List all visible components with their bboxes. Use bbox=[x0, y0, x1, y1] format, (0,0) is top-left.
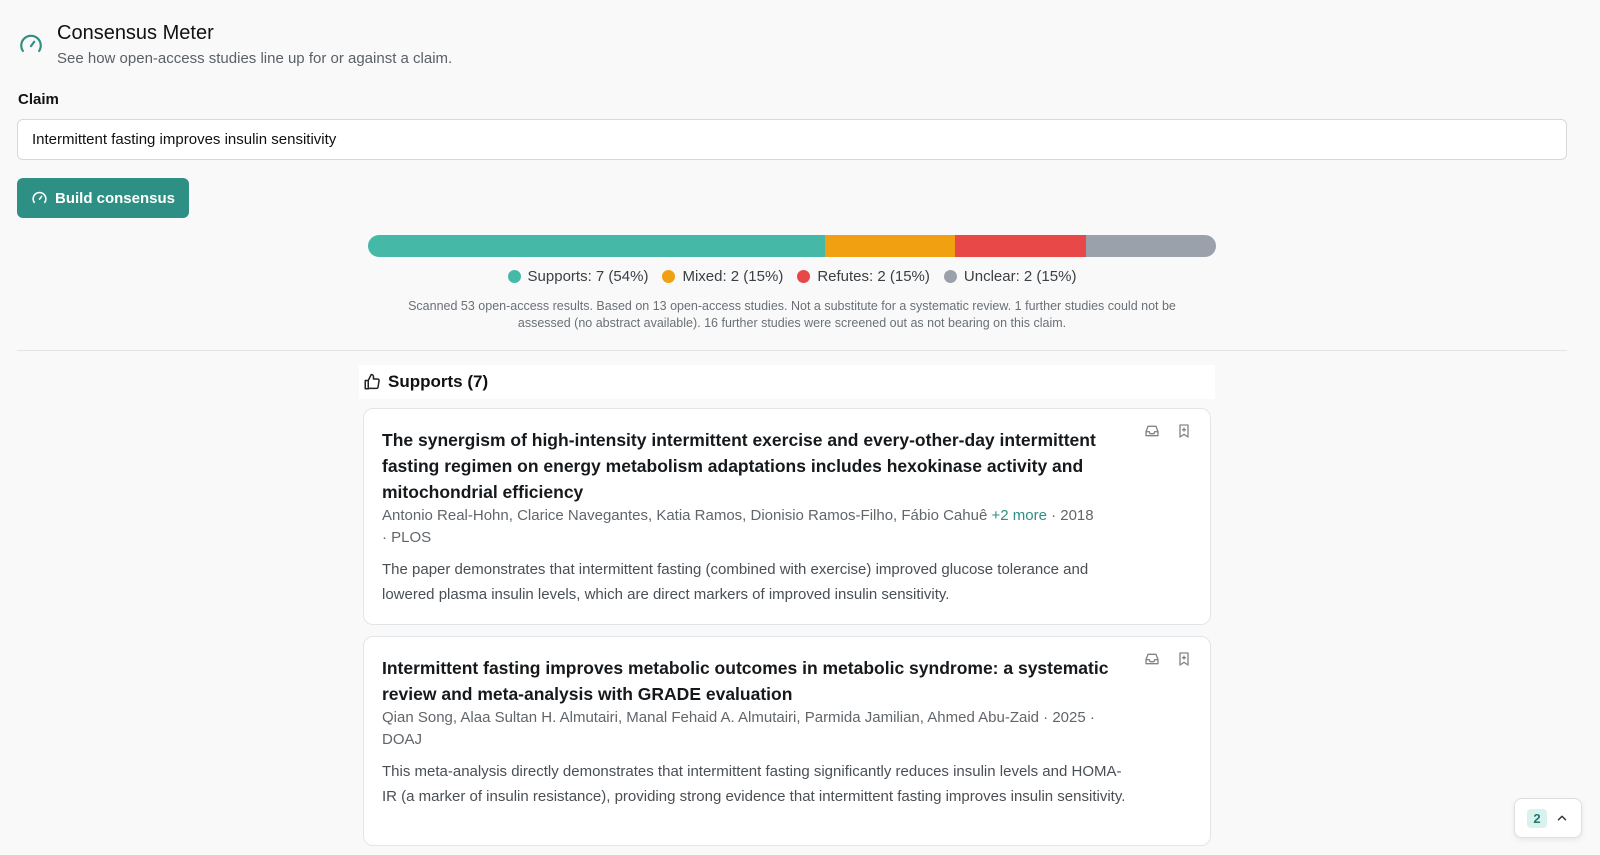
refutes-dot bbox=[797, 270, 811, 283]
claim-label: Claim bbox=[18, 91, 59, 108]
legend-item-refutes: Refutes: 2 (15%) bbox=[797, 268, 930, 285]
study-card: The synergism of high-intensity intermit… bbox=[363, 408, 1211, 625]
scroll-nav-button[interactable]: 2 bbox=[1514, 798, 1582, 838]
study-authors: Qian Song, Alaa Sultan H. Almutairi, Man… bbox=[382, 709, 1039, 726]
legend-supports-label: Supports: 7 (54%) bbox=[527, 268, 649, 285]
study-title[interactable]: Intermittent fasting improves metabolic … bbox=[382, 655, 1142, 707]
meter-segment-mixed bbox=[824, 235, 956, 257]
claim-input[interactable] bbox=[17, 119, 1567, 160]
study-abstract: This meta-analysis directly demonstrates… bbox=[382, 763, 1126, 805]
meter-legend: Supports: 7 (54%) Mixed: 2 (15%) Refutes… bbox=[368, 268, 1216, 285]
study-authors: Antonio Real-Hohn, Clarice Navegantes, K… bbox=[382, 507, 988, 524]
study-meta: Qian Song, Alaa Sultan H. Almutairi, Man… bbox=[382, 707, 1102, 751]
divider bbox=[17, 350, 1567, 351]
meter-segment-unclear bbox=[1085, 235, 1216, 257]
consensus-meter-bar bbox=[368, 235, 1216, 257]
scan-note: Scanned 53 open-access results. Based on… bbox=[408, 299, 1176, 330]
study-abstract: The paper demonstrates that intermittent… bbox=[382, 561, 1089, 603]
gauge-icon bbox=[32, 191, 47, 203]
more-authors-link[interactable]: +2 more bbox=[991, 507, 1046, 524]
study-meta: Antonio Real-Hohn, Clarice Navegantes, K… bbox=[382, 505, 1102, 549]
thumbs-up-icon bbox=[364, 373, 380, 390]
page-title: Consensus Meter bbox=[57, 22, 214, 44]
bookmark-add-icon[interactable] bbox=[1176, 651, 1192, 667]
legend-refutes-label: Refutes: 2 (15%) bbox=[817, 268, 930, 285]
chevron-up-icon bbox=[1557, 815, 1566, 821]
legend-item-supports: Supports: 7 (54%) bbox=[507, 268, 649, 285]
inbox-icon[interactable] bbox=[1144, 423, 1160, 439]
legend-item-mixed: Mixed: 2 (15%) bbox=[662, 268, 783, 285]
page-subtitle: See how open-access studies line up for … bbox=[57, 50, 453, 67]
build-consensus-button[interactable]: Build consensus bbox=[17, 178, 189, 218]
meter-segment-refutes bbox=[955, 235, 1086, 257]
meter-segment-supports bbox=[368, 235, 825, 257]
build-consensus-label: Build consensus bbox=[54, 189, 176, 207]
section-title: Supports (7) bbox=[388, 372, 489, 391]
study-title[interactable]: The synergism of high-intensity intermit… bbox=[382, 427, 1142, 505]
legend-item-unclear: Unclear: 2 (15%) bbox=[943, 268, 1077, 285]
mixed-dot bbox=[662, 270, 676, 283]
bookmark-add-icon[interactable] bbox=[1176, 423, 1192, 439]
page-header: Consensus Meter See how open-access stud… bbox=[18, 20, 452, 67]
gauge-icon bbox=[20, 34, 42, 53]
inbox-icon[interactable] bbox=[1144, 651, 1160, 667]
legend-unclear-label: Unclear: 2 (15%) bbox=[963, 268, 1077, 285]
supports-dot bbox=[507, 270, 521, 283]
unclear-dot bbox=[943, 270, 957, 283]
study-card: Intermittent fasting improves metabolic … bbox=[363, 636, 1211, 846]
supports-section-header[interactable]: Supports (7) bbox=[359, 365, 1215, 399]
count-badge: 2 bbox=[1527, 808, 1547, 828]
legend-mixed-label: Mixed: 2 (15%) bbox=[682, 268, 784, 285]
